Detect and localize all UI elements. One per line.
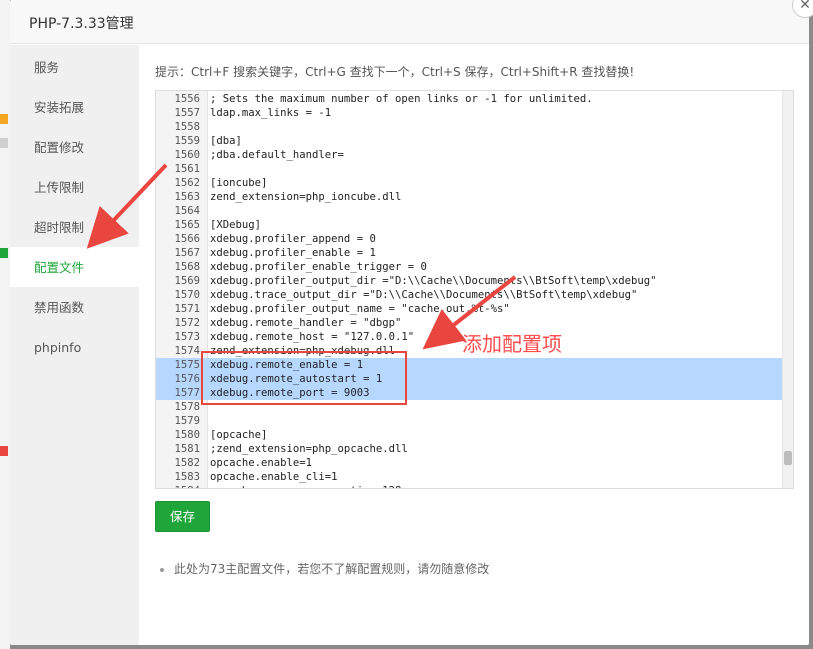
bullet-icon <box>160 567 164 572</box>
code-line: 1568 xdebug.profiler_enable_trigger = 0 <box>156 260 784 274</box>
code-line: 1561 <box>156 162 784 176</box>
line-text: ; Sets the maximum number of open links … <box>210 93 593 105</box>
line-number: 1567 <box>174 247 200 259</box>
line-number: 1564 <box>174 205 200 217</box>
sidebar-item[interactable]: 配置修改 <box>10 127 139 167</box>
code-line: 1567 xdebug.profiler_enable = 1 <box>156 246 784 260</box>
line-number: 1574 <box>174 345 200 357</box>
code-line: 1584opcache.memory_consumption=128 <box>156 484 784 488</box>
config-editor[interactable]: 1556 ; Sets the maximum number of open li… <box>155 90 794 489</box>
line-number: 1580 <box>174 429 200 441</box>
line-number: 1575 <box>174 359 200 371</box>
line-number: 1561 <box>174 163 200 175</box>
background-mark <box>0 138 8 148</box>
line-number: 1577 <box>174 387 200 399</box>
line-text: opcache.enable_cli=1 <box>210 471 338 483</box>
annotation-highlight-box <box>201 351 407 405</box>
sidebar-item[interactable]: 禁用函数 <box>10 287 139 327</box>
line-text: xdebug.trace_output_dir ="D:\\Cache\\Doc… <box>210 289 638 301</box>
line-number: 1573 <box>174 331 200 343</box>
line-number: 1571 <box>174 303 200 315</box>
line-text: [XDebug] <box>210 219 262 231</box>
code-line: 1566 xdebug.profiler_append = 0 <box>156 232 784 246</box>
line-number: 1579 <box>174 415 200 427</box>
code-line: 1565 [XDebug] <box>156 218 784 232</box>
editor-scrollbar[interactable] <box>782 91 793 488</box>
scroll-thumb[interactable] <box>784 451 792 465</box>
line-text: zend_extension=php_ioncube.dll <box>210 191 402 203</box>
line-number: 1570 <box>174 289 200 301</box>
line-number: 1558 <box>174 121 200 133</box>
background-page <box>0 0 10 649</box>
line-number: 1576 <box>174 373 200 385</box>
line-number: 1572 <box>174 317 200 329</box>
dialog-title: PHP-7.3.33管理 <box>10 0 809 44</box>
sidebar-item[interactable]: 安装拓展 <box>10 87 139 127</box>
line-text: opcache.memory_consumption=128 <box>204 484 401 488</box>
code-line: 1557 ldap.max_links = -1 <box>156 106 784 120</box>
code-line: 1571 xdebug.profiler_output_name = "cache… <box>156 302 784 316</box>
code-line: 1579 <box>156 414 784 428</box>
code-line: 1556 ; Sets the maximum number of open li… <box>156 92 784 106</box>
code-line: 1562 [ioncube] <box>156 176 784 190</box>
code-line: 1563 zend_extension=php_ioncube.dll <box>156 190 784 204</box>
line-number: 1581 <box>174 443 200 455</box>
code-line: 1581 ;zend_extension=php_opcache.dll <box>156 442 784 456</box>
line-text: xdebug.profiler_enable_trigger = 0 <box>210 261 427 273</box>
config-note: 此处为73主配置文件，若您不了解配置规则，请勿随意修改 <box>160 560 489 577</box>
shortcut-tip: 提示：Ctrl+F 搜索关键字，Ctrl+G 查找下一个，Ctrl+S 保存，C… <box>155 65 635 79</box>
background-mark <box>0 446 8 456</box>
line-number: 1582 <box>174 457 200 469</box>
line-text: ldap.max_links = -1 <box>210 107 332 119</box>
sidebar-item[interactable]: phpinfo <box>10 327 139 367</box>
line-number: 1566 <box>174 233 200 245</box>
code-line: 1580 [opcache] <box>156 428 784 442</box>
line-number: 1562 <box>174 177 200 189</box>
line-text: xdebug.profiler_append = 0 <box>210 233 376 245</box>
line-text: opcache.enable=1 <box>210 457 313 469</box>
line-number: 1560 <box>174 149 200 161</box>
sidebar-item[interactable]: 上传限制 <box>10 167 139 207</box>
line-number: 1578 <box>174 401 200 413</box>
background-mark <box>0 114 8 124</box>
line-number: 1556 <box>174 93 200 105</box>
sidebar-nav: 服务 安装拓展 配置修改 上传限制 超时限制 配置文件 禁用函数 phpinfo <box>10 45 139 645</box>
line-number: 1565 <box>174 219 200 231</box>
save-button[interactable]: 保存 <box>155 501 210 532</box>
line-text: [ioncube] <box>210 177 268 189</box>
line-text: ;zend_extension=php_opcache.dll <box>210 443 408 455</box>
code-line: 1558 <box>156 120 784 134</box>
background-mark <box>0 248 8 258</box>
sidebar-item[interactable]: 服务 <box>10 47 139 87</box>
line-number: 1557 <box>174 107 200 119</box>
line-number: 1584 <box>156 484 204 488</box>
line-text: xdebug.profiler_enable = 1 <box>210 247 376 259</box>
line-text: [dba] <box>210 135 242 147</box>
line-number: 1568 <box>174 261 200 273</box>
code-line: 1569 xdebug.profiler_output_dir ="D:\\Cac… <box>156 274 784 288</box>
line-text: xdebug.remote_host = "127.0.0.1" <box>210 331 415 343</box>
php-manager-dialog: PHP-7.3.33管理 服务 安装拓展 配置修改 上传限制 超时限制 配置文件 禁用函数 p… <box>10 0 809 645</box>
code-line: 1560 ;dba.default_handler= <box>156 148 784 162</box>
sidebar-item[interactable]: 超时限制 <box>10 207 139 247</box>
line-number: 1559 <box>174 135 200 147</box>
line-text: ;dba.default_handler= <box>210 149 344 161</box>
line-number: 1583 <box>174 471 200 483</box>
sidebar-item[interactable]: 配置文件 <box>10 247 139 287</box>
line-text: [opcache] <box>210 429 268 441</box>
line-text: xdebug.profiler_output_name = "cache.out… <box>210 303 510 315</box>
line-text: xdebug.remote_handler = "dbgp" <box>210 317 402 329</box>
line-number: 1569 <box>174 275 200 287</box>
note-text: 此处为73主配置文件，若您不了解配置规则，请勿随意修改 <box>174 562 490 576</box>
line-number: 1563 <box>174 191 200 203</box>
code-line: 1582 opcache.enable=1 <box>156 456 784 470</box>
annotation-label: 添加配置项 <box>462 332 562 356</box>
code-line: 1583 opcache.enable_cli=1 <box>156 470 784 484</box>
code-line: 1564 <box>156 204 784 218</box>
line-text: xdebug.profiler_output_dir ="D:\\Cache\\… <box>210 275 657 287</box>
code-line: 1559 [dba] <box>156 134 784 148</box>
code-line: 1570 xdebug.trace_output_dir ="D:\\Cache\… <box>156 288 784 302</box>
